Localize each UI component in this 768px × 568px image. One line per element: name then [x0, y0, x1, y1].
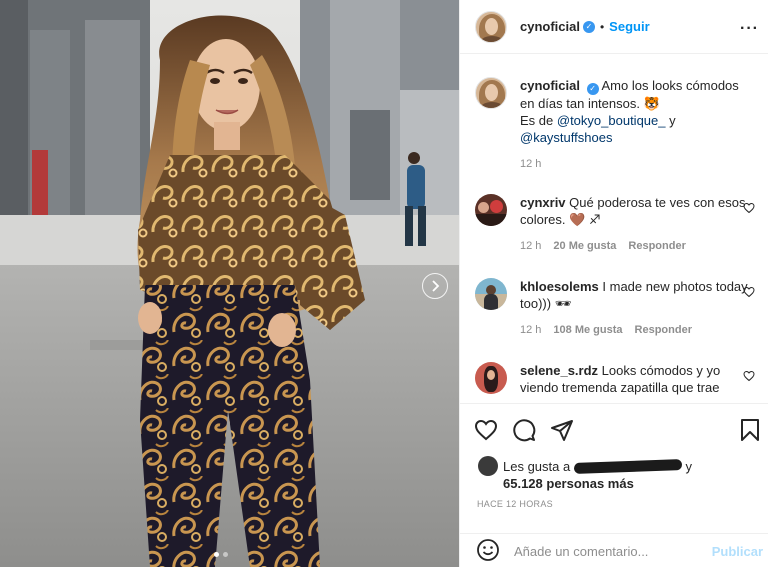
comment-avatar[interactable]: [475, 362, 507, 394]
comment-item: selene_s.rdz Looks cómodos y yo viendo t…: [475, 362, 755, 396]
comment-time[interactable]: 12 h: [520, 238, 541, 255]
comment-username[interactable]: cynxriv: [520, 195, 566, 210]
liker-avatar[interactable]: [478, 456, 498, 476]
heart-icon[interactable]: [743, 202, 755, 214]
chevron-right-icon: [432, 280, 440, 292]
comment-meta: 12 h 20 Me gusta Responder: [520, 238, 748, 255]
emoji-smiley-icon[interactable]: [476, 538, 500, 565]
comment-emoji: 🤎 ♐: [569, 212, 601, 227]
reply-button[interactable]: Responder: [635, 322, 692, 339]
post-actions: Les gusta a y 65.128 personas más HACE 1…: [460, 403, 768, 567]
comment-time[interactable]: 12 h: [520, 322, 541, 339]
like-heart-icon[interactable]: [474, 418, 498, 445]
likes-prefix: Les gusta a: [503, 459, 571, 474]
mention-tokyo-boutique[interactable]: @tokyo_boutique_: [557, 113, 666, 128]
caption-avatar[interactable]: [475, 77, 507, 109]
next-photo-button[interactable]: [422, 273, 448, 299]
follow-button[interactable]: Seguir: [609, 19, 649, 34]
share-paper-plane-icon[interactable]: [550, 418, 574, 445]
comment-text: cynxriv Qué poderosa te ves con esos col…: [520, 194, 748, 255]
comment-input[interactable]: [514, 543, 704, 559]
comment-avatar[interactable]: [475, 278, 507, 310]
heart-icon[interactable]: [743, 370, 755, 382]
author-avatar[interactable]: [475, 10, 507, 43]
publish-button[interactable]: Publicar: [712, 544, 763, 559]
action-icons: [474, 418, 574, 445]
ellipsis-icon[interactable]: ···: [740, 20, 759, 38]
comment-avatar[interactable]: [475, 194, 507, 226]
post-side-panel: cynoficial ✓ • Seguir ··· cynoficial ✓ A…: [459, 0, 768, 567]
mention-kaystuffshoes[interactable]: @kaystuffshoes: [520, 130, 612, 145]
comment-likes[interactable]: 108 Me gusta: [553, 322, 622, 339]
comment-item: khloesolems I made new photos today too)…: [475, 278, 755, 339]
caption-connector: y: [669, 113, 676, 128]
comment-username[interactable]: selene_s.rdz: [520, 363, 598, 378]
comment-username[interactable]: khloesolems: [520, 279, 599, 294]
verified-badge-icon: ✓: [582, 20, 595, 33]
caption-credit: Es de: [520, 113, 554, 128]
carousel-dots: [214, 552, 228, 557]
verified-badge-icon: ✓: [586, 83, 599, 95]
comment-text: selene_s.rdz Looks cómodos y yo viendo t…: [520, 362, 748, 396]
heart-icon[interactable]: [743, 286, 755, 298]
carousel-dot-active: [214, 552, 219, 557]
tiger-emoji: 🐯: [643, 96, 660, 111]
likes-text: Les gusta a y 65.128 personas más: [503, 458, 692, 492]
comment-bubble-icon[interactable]: [512, 418, 536, 445]
bookmark-icon[interactable]: [739, 418, 761, 445]
comments-list[interactable]: cynoficial ✓ Amo los looks cómodos en dí…: [460, 55, 768, 403]
header-separator: •: [599, 19, 605, 34]
post-header: cynoficial ✓ • Seguir ···: [460, 0, 768, 54]
caption-time[interactable]: 12 h: [520, 156, 541, 173]
reply-button[interactable]: Responder: [628, 238, 685, 255]
likes-summary: Les gusta a y 65.128 personas más: [478, 456, 748, 492]
post-modal: cynoficial ✓ • Seguir ··· cynoficial ✓ A…: [0, 0, 768, 567]
comment-emoji: 🕶: [554, 296, 572, 311]
caption-text: cynoficial ✓ Amo los looks cómodos en dí…: [520, 77, 748, 173]
comment-likes[interactable]: 20 Me gusta: [553, 238, 616, 255]
carousel-dot: [223, 552, 228, 557]
post-photo[interactable]: [0, 0, 459, 567]
caption: cynoficial ✓ Amo los looks cómodos en dí…: [475, 77, 755, 173]
comment-item: cynxriv Qué poderosa te ves con esos col…: [475, 194, 755, 255]
comment-text: khloesolems I made new photos today too)…: [520, 278, 748, 339]
caption-username[interactable]: cynoficial: [520, 78, 580, 93]
author-username[interactable]: cynoficial: [520, 19, 580, 34]
photo-illustration: [0, 0, 459, 567]
comment-composer: Publicar: [460, 533, 768, 568]
comment-meta: 12 h 108 Me gusta Responder: [520, 322, 748, 339]
post-timestamp[interactable]: HACE 12 HORAS: [477, 499, 553, 509]
caption-meta: 12 h: [520, 156, 748, 173]
redacted-username: [573, 459, 683, 474]
likes-count[interactable]: 65.128 personas más: [503, 476, 634, 491]
likes-suffix: y: [685, 459, 692, 474]
